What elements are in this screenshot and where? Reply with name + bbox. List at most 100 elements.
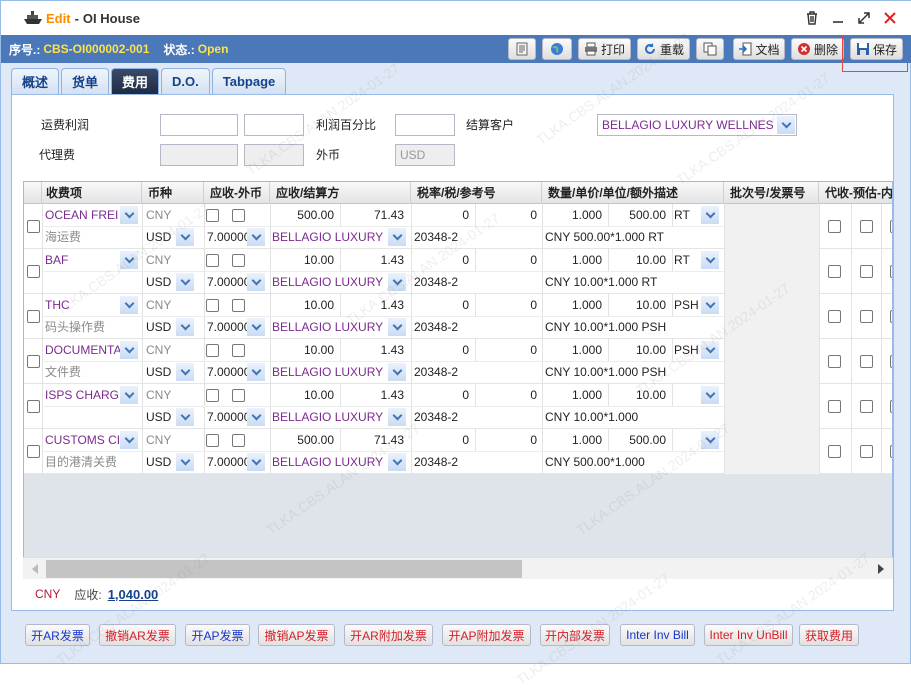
tax-amount[interactable]: 0	[475, 294, 541, 316]
currency-usd[interactable]: USD	[146, 316, 180, 338]
settle-party[interactable]: BELLAGIO LUXURY	[272, 451, 388, 473]
chevron-down-icon[interactable]	[701, 251, 719, 269]
tax-rate[interactable]: 0	[411, 429, 473, 451]
internal-checkbox[interactable]	[890, 445, 892, 458]
internal-checkbox[interactable]	[890, 310, 892, 323]
note-button[interactable]	[508, 38, 536, 60]
document-button[interactable]: 文档	[733, 38, 785, 60]
foreign-checkbox[interactable]	[232, 434, 245, 447]
charge-item-code[interactable]: DOCUMENTA	[44, 339, 120, 361]
chevron-down-icon[interactable]	[388, 408, 406, 426]
reference-number[interactable]: 20348-2	[414, 271, 534, 293]
tax-rate[interactable]: 0	[411, 294, 473, 316]
internal-checkbox[interactable]	[890, 220, 892, 233]
trash-icon[interactable]	[804, 10, 820, 26]
reference-number[interactable]: 20348-2	[414, 451, 534, 473]
tax-rate[interactable]: 0	[411, 249, 473, 271]
settle-customer-select[interactable]: BELLAGIO LUXURY WELLNES	[597, 114, 797, 136]
quantity[interactable]: 1.000	[542, 294, 606, 316]
unit[interactable]: PSH	[674, 339, 702, 361]
header-qty-price[interactable]: 数量/单价/单位/额外描述	[542, 182, 724, 204]
collect-checkbox[interactable]	[828, 220, 841, 233]
settle-party[interactable]: BELLAGIO LUXURY	[272, 406, 388, 428]
estimate-checkbox[interactable]	[860, 220, 873, 233]
charge-item-code[interactable]: OCEAN FREI	[44, 204, 120, 226]
header-receivable-party[interactable]: 应收/结算方	[270, 182, 411, 204]
chevron-down-icon[interactable]	[120, 206, 138, 224]
minimize-icon[interactable]	[830, 10, 846, 26]
tax-amount[interactable]: 0	[475, 249, 541, 271]
row-select-checkbox[interactable]	[27, 220, 40, 233]
charge-item-code[interactable]: ISPS CHARG	[44, 384, 120, 406]
tax-rate[interactable]: 0	[411, 204, 473, 226]
unit-price[interactable]: 500.00	[608, 429, 670, 451]
row-select-checkbox[interactable]	[27, 310, 40, 323]
receivable-checkbox[interactable]	[206, 344, 219, 357]
chevron-down-icon[interactable]	[388, 363, 406, 381]
chevron-down-icon[interactable]	[247, 318, 265, 336]
tax-amount[interactable]: 0	[475, 384, 541, 406]
internal-checkbox[interactable]	[890, 265, 892, 278]
unit-price[interactable]: 10.00	[608, 384, 670, 406]
reference-number[interactable]: 20348-2	[414, 406, 534, 428]
estimate-checkbox[interactable]	[860, 400, 873, 413]
receivable-total[interactable]: 1,040.00	[108, 587, 159, 602]
foreign-checkbox[interactable]	[232, 254, 245, 267]
action-button[interactable]: 开AP发票	[185, 624, 250, 646]
settle-party[interactable]: BELLAGIO LUXURY	[272, 316, 388, 338]
profit-percent-input[interactable]	[395, 114, 455, 136]
close-icon[interactable]	[882, 10, 898, 26]
amount-cny[interactable]: 10.00	[270, 294, 338, 316]
quantity[interactable]: 1.000	[542, 249, 606, 271]
action-button[interactable]: 开内部发票	[540, 624, 610, 646]
action-button[interactable]: 开AR发票	[25, 624, 90, 646]
chevron-down-icon[interactable]	[120, 431, 138, 449]
charge-item-code[interactable]: CUSTOMS CI	[44, 429, 120, 451]
tab-do[interactable]: D.O.	[161, 68, 210, 94]
amount-cny[interactable]: 10.00	[270, 339, 338, 361]
scroll-right-icon[interactable]	[877, 564, 885, 574]
globe-button[interactable]	[542, 38, 572, 60]
chevron-down-icon[interactable]	[176, 453, 194, 471]
chevron-down-icon[interactable]	[120, 386, 138, 404]
foreign-checkbox[interactable]	[232, 299, 245, 312]
chevron-down-icon[interactable]	[777, 116, 795, 134]
chevron-down-icon[interactable]	[701, 431, 719, 449]
tax-amount[interactable]: 0	[475, 339, 541, 361]
tab-cargo[interactable]: 货单	[61, 68, 110, 94]
amount-cny[interactable]: 500.00	[270, 204, 338, 226]
header-tax-ref[interactable]: 税率/税/参考号	[411, 182, 542, 204]
charge-item-code[interactable]: BAF	[44, 249, 120, 271]
unit-price[interactable]: 10.00	[608, 339, 670, 361]
copy-button[interactable]	[696, 38, 724, 60]
tab-tabpage[interactable]: Tabpage	[211, 68, 287, 94]
receivable-checkbox[interactable]	[206, 254, 219, 267]
estimate-checkbox[interactable]	[860, 310, 873, 323]
internal-checkbox[interactable]	[890, 400, 892, 413]
chevron-down-icon[interactable]	[247, 228, 265, 246]
estimate-checkbox[interactable]	[860, 265, 873, 278]
currency-usd[interactable]: USD	[146, 271, 180, 293]
unit-price[interactable]: 10.00	[608, 249, 670, 271]
chevron-down-icon[interactable]	[701, 341, 719, 359]
chevron-down-icon[interactable]	[176, 408, 194, 426]
scroll-thumb[interactable]	[46, 560, 522, 578]
row-select-checkbox[interactable]	[27, 265, 40, 278]
tax-rate[interactable]: 0	[411, 339, 473, 361]
currency-usd[interactable]: USD	[146, 226, 180, 248]
header-currency[interactable]: 币种	[142, 182, 204, 204]
collect-checkbox[interactable]	[828, 310, 841, 323]
header-receivable-foreign[interactable]: 应收-外币	[204, 182, 270, 204]
internal-checkbox[interactable]	[890, 355, 892, 368]
chevron-down-icon[interactable]	[388, 453, 406, 471]
extra-description[interactable]: CNY 10.00*1.000 PSH	[545, 316, 721, 338]
collect-checkbox[interactable]	[828, 400, 841, 413]
settle-party[interactable]: BELLAGIO LUXURY	[272, 361, 388, 383]
chevron-down-icon[interactable]	[176, 228, 194, 246]
chevron-down-icon[interactable]	[247, 363, 265, 381]
currency-usd[interactable]: USD	[146, 406, 180, 428]
freight-profit-input-2[interactable]	[244, 114, 304, 136]
tax-amount[interactable]: 0	[475, 204, 541, 226]
unit[interactable]: PSH	[674, 294, 702, 316]
chevron-down-icon[interactable]	[701, 296, 719, 314]
